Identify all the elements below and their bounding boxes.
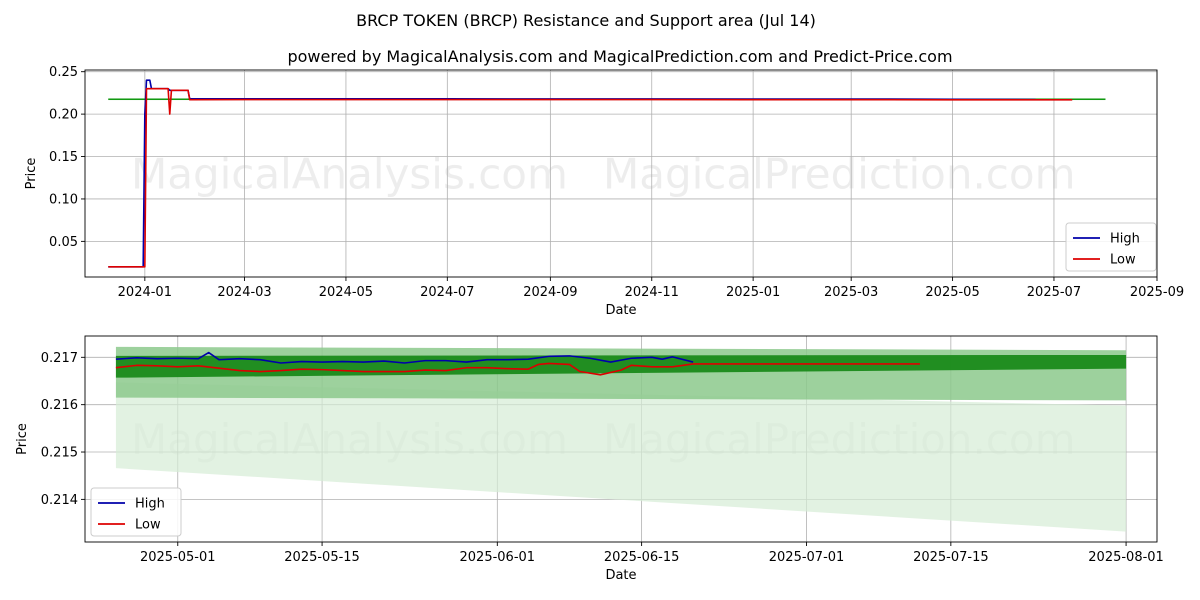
x-tick-label: 2025-01 — [726, 285, 780, 300]
chart-canvas: BRCP TOKEN (BRCP) Resistance and Support… — [15, 11, 1184, 583]
x-tick-label: 2024-01 — [118, 285, 172, 300]
x-tick-label: 2024-07 — [420, 285, 474, 300]
y-axis-label: Price — [15, 423, 30, 455]
y-axis-label: Price — [24, 158, 39, 190]
top-panel: MagicalAnalysis.com MagicalPrediction.com… — [24, 65, 1184, 318]
x-tick-label: 2025-05-15 — [284, 550, 360, 565]
y-tick-label: 0.216 — [41, 398, 78, 413]
x-tick-label: 2024-09 — [523, 285, 577, 300]
x-tick-label: 2025-07 — [1027, 285, 1081, 300]
x-tick-label: 2024-11 — [625, 285, 679, 300]
x-tick-label: 2025-08-01 — [1088, 550, 1164, 565]
x-axis-label: Date — [605, 568, 636, 583]
y-tick-label: 0.25 — [49, 65, 78, 80]
legend-label-low: Low — [1110, 253, 1136, 268]
y-tick-label: 0.05 — [49, 235, 78, 250]
x-tick-label: 2025-06-01 — [460, 550, 536, 565]
x-tick-label: 2025-06-15 — [604, 550, 680, 565]
x-axis-label: Date — [605, 303, 636, 318]
y-tick-label: 0.15 — [49, 150, 78, 165]
legend-label-high: High — [1110, 232, 1140, 247]
chart-subtitle: powered by MagicalAnalysis.com and Magic… — [287, 47, 952, 66]
band-faint — [115, 382, 1127, 532]
chart-figure: BRCP TOKEN (BRCP) Resistance and Support… — [0, 0, 1200, 600]
plot-area — [115, 346, 1127, 532]
x-tick-label: 2025-05 — [925, 285, 979, 300]
y-tick-label: 0.215 — [41, 446, 78, 461]
x-tick-label: 2024-05 — [319, 285, 373, 300]
x-tick-label: 2025-09 — [1130, 285, 1184, 300]
x-tick-label: 2025-03 — [824, 285, 878, 300]
legend-label-low: Low — [135, 518, 161, 533]
y-tick-label: 0.214 — [41, 493, 78, 508]
y-tick-label: 0.217 — [41, 351, 78, 366]
legend-label-high: High — [135, 497, 165, 512]
chart-title: BRCP TOKEN (BRCP) Resistance and Support… — [356, 11, 816, 30]
y-tick-label: 0.20 — [49, 108, 78, 123]
x-tick-label: 2025-07-15 — [913, 550, 989, 565]
bottom-panel: MagicalAnalysis.comMagicalPrediction.com… — [15, 335, 1164, 583]
x-tick-label: 2024-03 — [217, 285, 271, 300]
x-tick-label: 2025-05-01 — [140, 550, 216, 565]
y-tick-label: 0.10 — [49, 192, 78, 207]
x-tick-label: 2025-07-01 — [769, 550, 845, 565]
